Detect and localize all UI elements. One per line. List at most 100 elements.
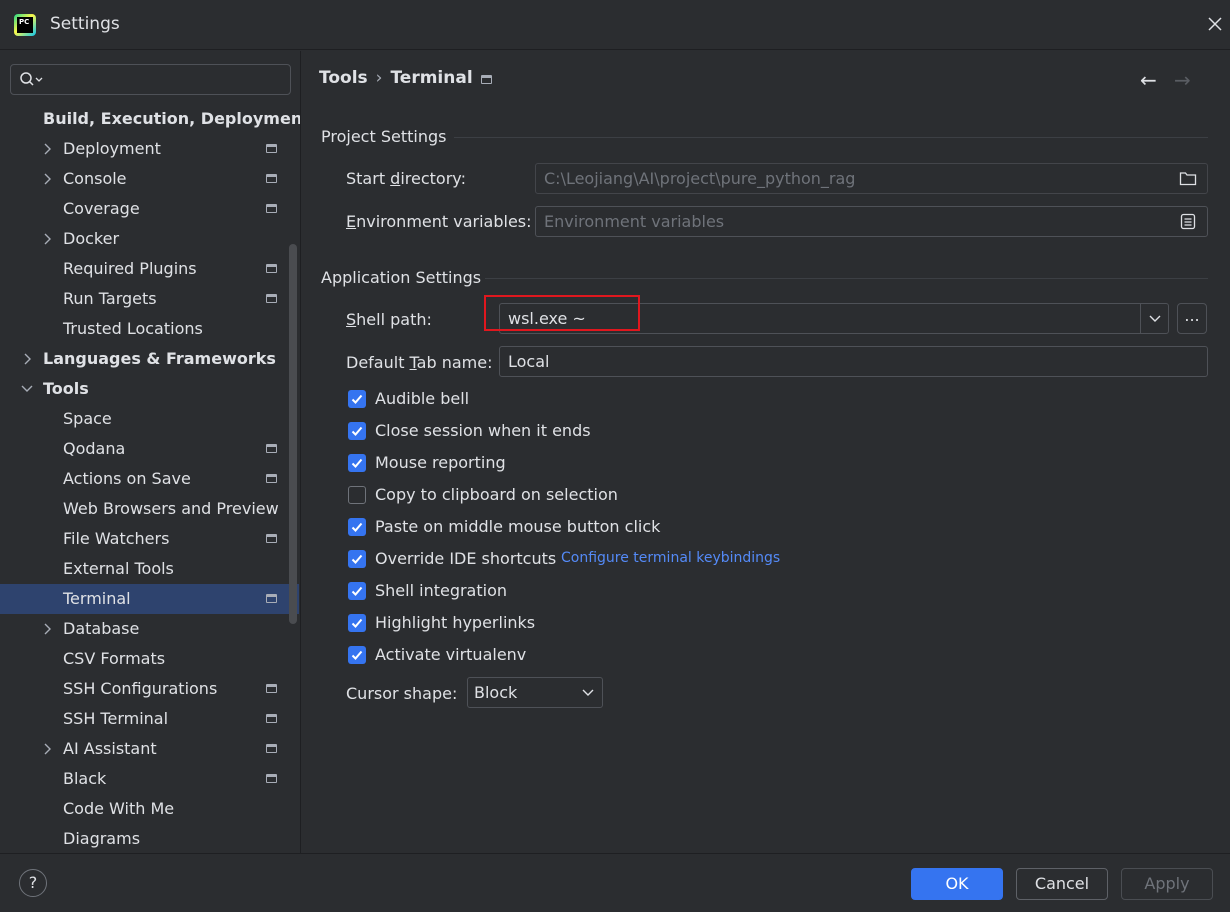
chevron-right-icon[interactable] <box>40 224 54 254</box>
sidebar-item-web-browsers-and-preview[interactable]: Web Browsers and Preview <box>0 494 299 524</box>
settings-search-input[interactable] <box>51 69 281 91</box>
shell-path-browse-button[interactable]: ... <box>1177 303 1207 334</box>
apply-button[interactable]: Apply <box>1121 868 1213 900</box>
breadcrumb-parent[interactable]: Tools <box>319 68 368 88</box>
sidebar-item-console[interactable]: Console <box>0 164 299 194</box>
sidebar-item-label: CSV Formats <box>63 649 166 668</box>
checkmark-icon[interactable] <box>348 422 366 440</box>
sidebar-item-label: SSH Terminal <box>63 709 169 728</box>
checkmark-icon[interactable] <box>348 454 366 472</box>
sidebar-item-label: Console <box>63 169 127 188</box>
settings-sidebar: Build, Execution, Deployment Deployment Co… <box>0 51 301 853</box>
chevron-right-icon[interactable] <box>20 344 34 374</box>
settings-search-box[interactable] <box>10 64 291 95</box>
edit-list-icon[interactable] <box>1179 213 1197 230</box>
checkbox-label: Copy to clipboard on selection <box>375 485 618 504</box>
sidebar-item-qodana[interactable]: Qodana <box>0 434 299 464</box>
chevron-down-icon[interactable] <box>20 374 34 404</box>
sidebar-item-trusted-locations[interactable]: Trusted Locations <box>0 314 299 344</box>
sidebar-item-diagrams[interactable]: Diagrams <box>0 824 299 853</box>
sidebar-item-file-watchers[interactable]: File Watchers <box>0 524 299 554</box>
folder-icon[interactable] <box>1179 170 1197 187</box>
label-mnemonic: E <box>346 212 357 231</box>
sidebar-item-label: AI Assistant <box>63 739 157 758</box>
chevron-right-icon[interactable] <box>40 614 54 644</box>
cancel-button[interactable]: Cancel <box>1016 868 1108 900</box>
sidebar-item-label: External Tools <box>63 559 174 578</box>
configure-keybindings-link[interactable]: Configure terminal keybindings <box>561 550 780 566</box>
sidebar-item-required-plugins[interactable]: Required Plugins <box>0 254 299 284</box>
environment-variables-field[interactable]: Environment variables <box>535 206 1208 237</box>
back-arrow-button[interactable]: ← <box>1140 68 1157 92</box>
sidebar-item-deployment[interactable]: Deployment <box>0 134 299 164</box>
help-button[interactable]: ? <box>19 869 47 897</box>
default-tab-name-field[interactable]: Local <box>499 346 1208 377</box>
sidebar-item-ssh-configurations[interactable]: SSH Configurations <box>0 674 299 704</box>
sidebar-item-label: Diagrams <box>63 829 141 848</box>
checkbox-label: Audible bell <box>375 389 470 408</box>
cursor-shape-select[interactable]: Block <box>467 677 603 708</box>
sidebar-item-database[interactable]: Database <box>0 614 299 644</box>
checkmark-icon[interactable] <box>348 390 366 408</box>
project-level-icon <box>481 75 492 84</box>
label-mnemonic: S <box>346 310 357 329</box>
shell-path-dropdown-button[interactable] <box>1140 304 1168 333</box>
sidebar-item-run-targets[interactable]: Run Targets <box>0 284 299 314</box>
label-part: irectory: <box>400 169 466 188</box>
sidebar-item-label: Code With Me <box>63 799 175 818</box>
label-part: ab name: <box>416 353 493 372</box>
sidebar-item-label: Terminal <box>63 589 131 608</box>
checkmark-icon[interactable] <box>348 646 366 664</box>
close-icon <box>1208 17 1222 31</box>
project-level-icon <box>266 294 277 303</box>
checkbox-label: Close session when it ends <box>375 421 591 440</box>
sidebar-item-label: Tools <box>43 379 89 398</box>
forward-arrow-button: → <box>1174 68 1191 92</box>
ok-button[interactable]: OK <box>911 868 1003 900</box>
sidebar-item-ai-assistant[interactable]: AI Assistant <box>0 734 299 764</box>
checkmark-icon[interactable] <box>348 582 366 600</box>
cursor-shape-label: Cursor shape: <box>346 684 458 703</box>
sidebar-item-ssh-terminal[interactable]: SSH Terminal <box>0 704 299 734</box>
environment-variables-placeholder: Environment variables <box>544 212 725 231</box>
checkmark-icon[interactable] <box>348 614 366 632</box>
environment-variables-label: Environment variables: <box>346 212 532 231</box>
checkbox-label: Highlight hyperlinks <box>375 613 536 632</box>
project-level-icon <box>266 774 277 783</box>
breadcrumb: Tools › Terminal <box>319 68 473 88</box>
label-mnemonic: d <box>390 169 401 188</box>
project-level-icon <box>266 534 277 543</box>
chevron-right-icon[interactable] <box>40 164 54 194</box>
sidebar-item-docker[interactable]: Docker <box>0 224 299 254</box>
checkmark-icon[interactable] <box>348 518 366 536</box>
sidebar-item-black[interactable]: Black <box>0 764 299 794</box>
start-directory-field: C:\Leojiang\AI\project\pure_python_rag <box>535 163 1208 194</box>
chevron-right-icon[interactable] <box>40 734 54 764</box>
sidebar-item-tools[interactable]: Tools <box>0 374 299 404</box>
default-tab-name-label: Default Tab name: <box>346 353 492 372</box>
sidebar-item-label: Languages & Frameworks <box>43 349 276 368</box>
default-tab-name-value: Local <box>508 352 550 371</box>
search-icon <box>20 72 43 86</box>
checkmark-icon[interactable] <box>348 550 366 568</box>
sidebar-item-label: Actions on Save <box>63 469 191 488</box>
sidebar-item-space[interactable]: Space <box>0 404 299 434</box>
close-window-button[interactable] <box>1208 12 1222 36</box>
window-title: Settings <box>50 14 120 34</box>
section-divider <box>485 278 1208 279</box>
title-bar: PC Settings <box>0 0 1230 50</box>
sidebar-item-coverage[interactable]: Coverage <box>0 194 299 224</box>
sidebar-item-build-execution-deployment[interactable]: Build, Execution, Deployment <box>0 104 300 134</box>
label-part: hell path: <box>356 310 432 329</box>
sidebar-item-external-tools[interactable]: External Tools <box>0 554 299 584</box>
checkbox-label: Shell integration <box>375 581 508 600</box>
chevron-right-icon[interactable] <box>40 134 54 164</box>
sidebar-item-languages-frameworks[interactable]: Languages & Frameworks <box>0 344 299 374</box>
sidebar-item-actions-on-save[interactable]: Actions on Save <box>0 464 299 494</box>
sidebar-item-code-with-me[interactable]: Code With Me <box>0 794 299 824</box>
checkbox-empty-icon[interactable] <box>348 486 366 504</box>
sidebar-scrollbar[interactable] <box>289 244 297 624</box>
project-settings-title: Project Settings <box>321 127 447 146</box>
sidebar-item-csv-formats[interactable]: CSV Formats <box>0 644 299 674</box>
sidebar-item-terminal[interactable]: Terminal <box>0 584 299 614</box>
